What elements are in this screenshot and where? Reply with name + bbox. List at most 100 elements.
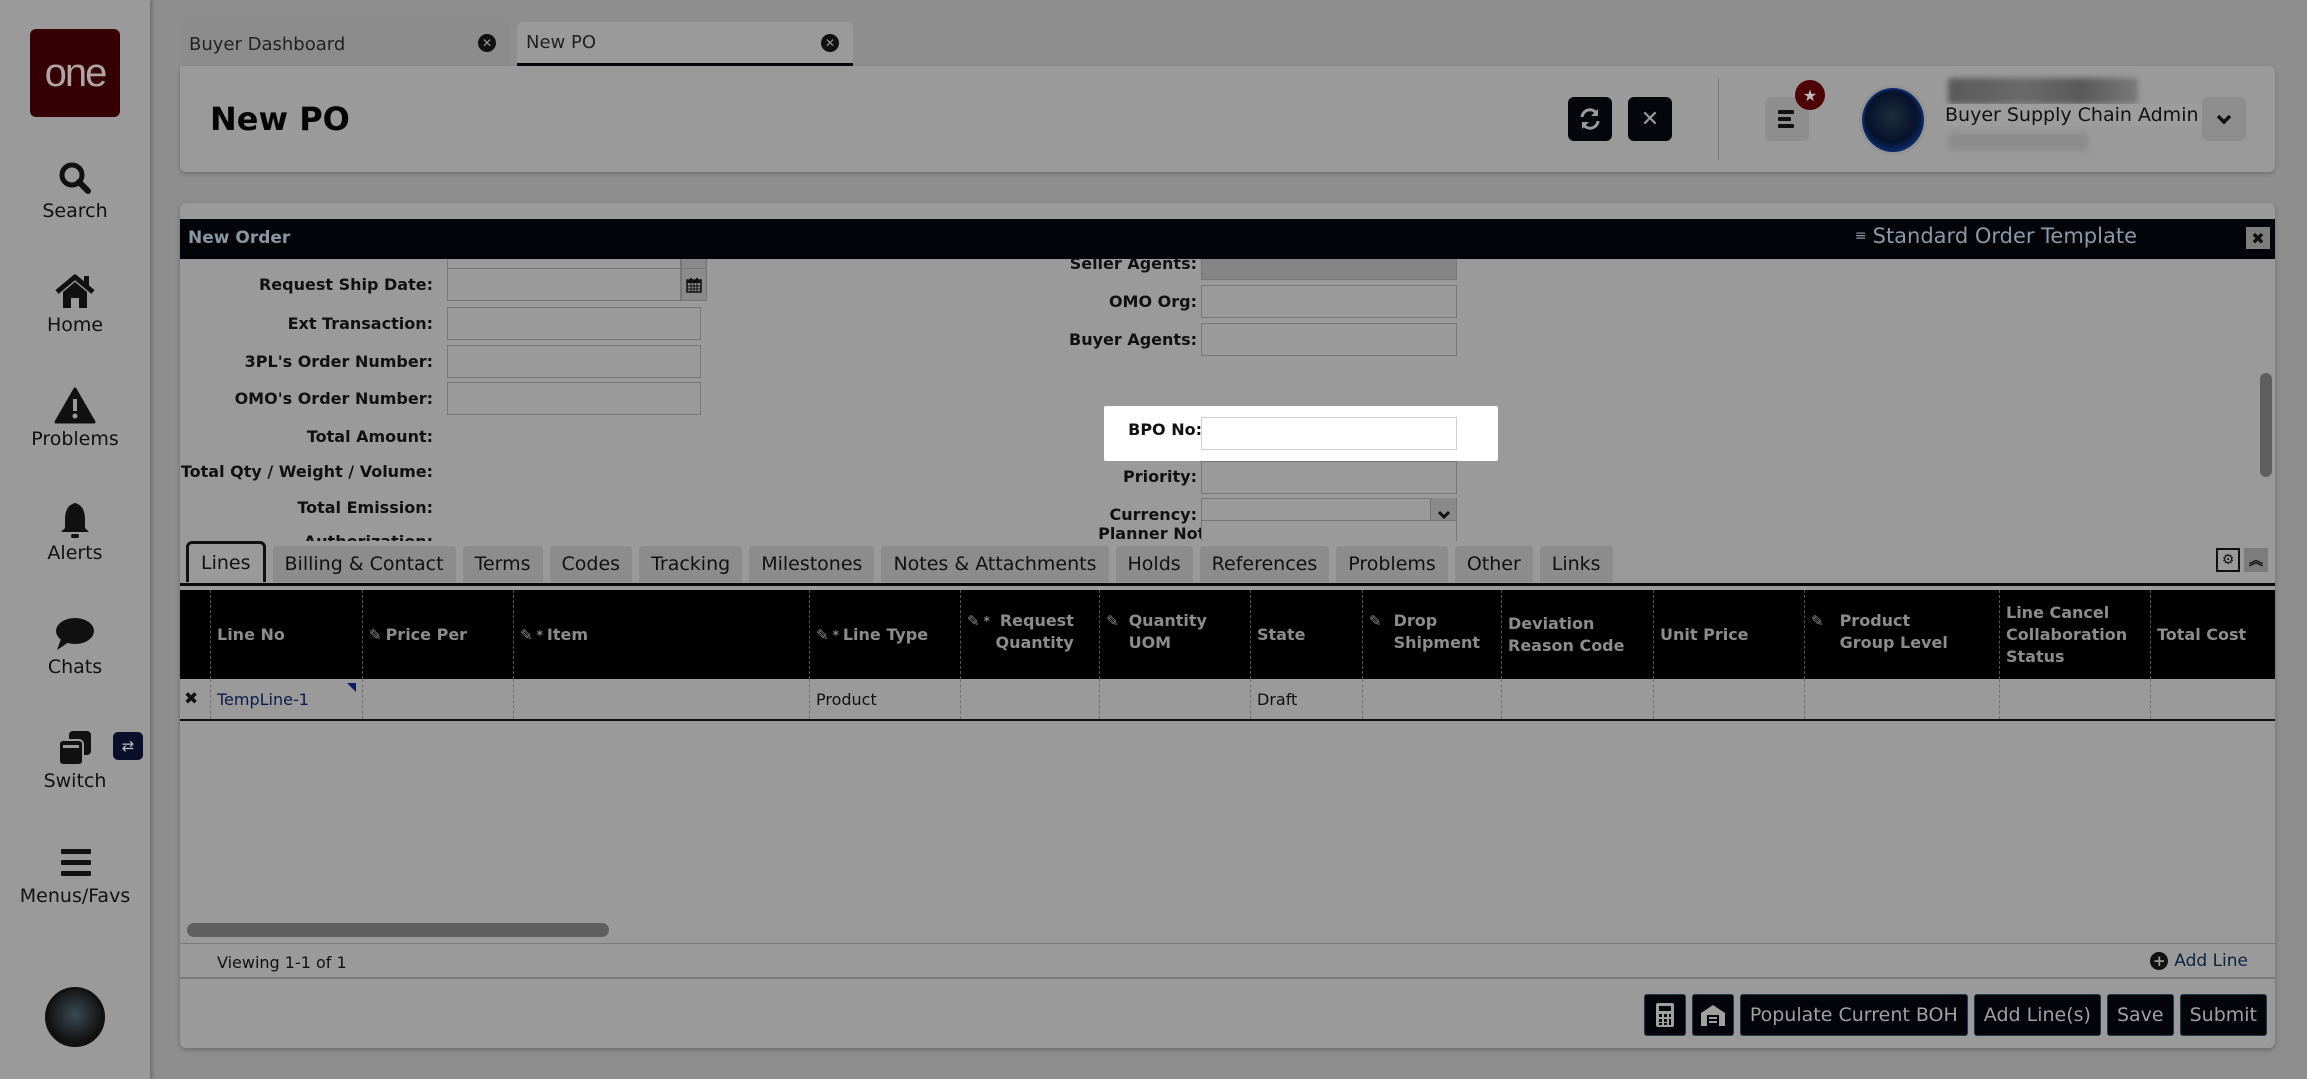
cell-drop-shipment[interactable] — [1362, 679, 1501, 719]
omo-order-number-input[interactable] — [447, 382, 701, 415]
close-icon: ✕ — [1640, 106, 1660, 132]
required-mark: * — [536, 627, 543, 642]
tab-billing-contact[interactable]: Billing & Contact — [272, 546, 456, 582]
request-ship-date-input[interactable] — [447, 268, 681, 301]
tab-terms[interactable]: Terms — [462, 546, 543, 582]
user-avatar[interactable] — [1862, 88, 1924, 152]
col-request-quantity[interactable]: ✎ * Request Quantity — [960, 590, 1099, 679]
priority-input[interactable] — [1201, 461, 1457, 494]
planner-notes-input[interactable] — [1201, 520, 1457, 541]
edit-icon: ✎ — [520, 625, 533, 644]
sidebar-label: Problems — [31, 428, 119, 450]
cell-product-group-level[interactable] — [1804, 679, 1999, 719]
cell-quantity-uom[interactable] — [1099, 679, 1250, 719]
add-line-label: Add Line — [2174, 951, 2248, 971]
tab-label: New PO — [526, 32, 597, 53]
col-item[interactable]: ✎ * Item — [513, 590, 809, 679]
tab-buyer-dashboard[interactable]: Buyer Dashboard ✕ — [180, 22, 510, 66]
calculator-button[interactable] — [1643, 994, 1686, 1036]
sidebar-item-home[interactable]: Home — [0, 272, 150, 336]
logo-text: one — [44, 50, 108, 95]
tab-problems[interactable]: Problems — [1336, 546, 1448, 582]
sidebar-item-problems[interactable]: Problems — [0, 386, 150, 450]
tab-codes[interactable]: Codes — [549, 546, 633, 582]
col-line-no[interactable]: Line No — [210, 590, 362, 679]
col-label: Line Type — [842, 624, 929, 644]
delete-row-icon[interactable]: ✖ — [184, 689, 198, 709]
tab-links[interactable]: Links — [1539, 546, 1613, 582]
cell-line-no[interactable]: TempLine-1 — [210, 679, 362, 719]
sidebar-item-menus-favs[interactable]: Menus/Favs — [0, 843, 150, 907]
close-page-button[interactable]: ✕ — [1628, 97, 1672, 141]
col-state[interactable]: State — [1250, 590, 1362, 679]
col-total-cost[interactable]: Total Cost — [2150, 590, 2275, 679]
col-quantity-uom[interactable]: ✎ Quantity UOM — [1099, 590, 1250, 679]
user-avatar-small[interactable] — [45, 987, 105, 1047]
windows-icon — [58, 731, 91, 766]
cell-unit-price — [1653, 679, 1804, 719]
col-product-group-level[interactable]: ✎ Product Group Level — [1804, 590, 1999, 679]
col-label: Quantity UOM — [1128, 611, 1207, 652]
col-line-type[interactable]: ✎ * Line Type — [809, 590, 960, 679]
cell-line-type[interactable]: Product — [809, 679, 960, 719]
close-tab-icon[interactable]: ✕ — [821, 34, 839, 52]
order-close-button[interactable]: ✖ — [2246, 227, 2270, 249]
sidebar-item-chats[interactable]: Chats — [0, 614, 150, 678]
cell-item[interactable] — [513, 679, 809, 719]
save-button[interactable]: Save — [2106, 994, 2174, 1036]
form-vertical-scrollbar[interactable] — [2260, 373, 2272, 477]
tab-new-po[interactable]: New PO ✕ — [517, 22, 853, 66]
collapse-up-icon[interactable]: ︽ — [2244, 548, 2268, 572]
warehouse-button[interactable] — [1691, 994, 1734, 1036]
tab-notes-attachments[interactable]: Notes & Attachments — [881, 546, 1109, 582]
buyer-agents-input[interactable] — [1201, 323, 1457, 356]
tab-other[interactable]: Other — [1454, 546, 1533, 582]
submit-button[interactable]: Submit — [2179, 994, 2267, 1036]
table-row[interactable]: ✖ TempLine-1 Product Draft — [180, 679, 2275, 721]
ext-transaction-input[interactable] — [447, 307, 701, 340]
col-label: Drop Shipment — [1393, 611, 1480, 652]
col-unit-price[interactable]: Unit Price — [1653, 590, 1804, 679]
add-lines-button[interactable]: Add Line(s) — [1973, 994, 2101, 1036]
template-list-icon: ≡ — [1854, 228, 1867, 244]
chevron-down-icon — [1437, 510, 1450, 519]
cell-request-quantity[interactable] — [960, 679, 1099, 719]
refresh-button[interactable] — [1568, 97, 1612, 141]
tab-milestones[interactable]: Milestones — [749, 546, 875, 582]
sidebar-item-search[interactable]: Search — [0, 158, 150, 222]
cell-total-cost — [2150, 679, 2275, 719]
populate-current-boh-button[interactable]: Populate Current BOH — [1739, 994, 1968, 1036]
grid-horizontal-scrollbar[interactable] — [187, 923, 609, 937]
app-logo[interactable]: one — [30, 29, 120, 117]
user-dropdown-button[interactable] — [2202, 97, 2246, 141]
tab-references[interactable]: References — [1199, 546, 1330, 582]
template-label[interactable]: ≡ Standard Order Template — [1855, 224, 2137, 248]
favorites-star-icon[interactable]: ★ — [1795, 80, 1825, 110]
switch-badge-icon[interactable]: ⇄ — [113, 732, 143, 760]
tab-holds[interactable]: Holds — [1115, 546, 1193, 582]
sidebar-label: Home — [46, 314, 104, 336]
col-drop-shipment[interactable]: ✎ Drop Shipment — [1362, 590, 1501, 679]
cell-price-per[interactable] — [362, 679, 513, 719]
tab-tracking[interactable]: Tracking — [639, 546, 743, 582]
bpo-no-input[interactable] — [1201, 417, 1457, 450]
3pl-order-number-input[interactable] — [447, 345, 701, 378]
calendar-button[interactable] — [681, 268, 707, 301]
sidebar-item-alerts[interactable]: Alerts — [0, 500, 150, 564]
bpo-no-highlight: BPO No: — [1104, 406, 1498, 461]
cell-deviation-reason-code — [1501, 679, 1653, 719]
action-bar: Populate Current BOH Add Line(s) Save Su… — [1643, 994, 2267, 1036]
seller-agents-label: Seller Agents: — [1069, 259, 1197, 273]
col-deviation-reason-code[interactable]: Deviation Reason Code — [1501, 590, 1653, 679]
add-line-link[interactable]: + Add Line — [2150, 951, 2248, 971]
omo-org-input[interactable] — [1201, 285, 1457, 318]
line-no-link[interactable]: TempLine-1 — [217, 690, 309, 709]
col-label: Line Cancel Collaboration Status — [2006, 602, 2128, 666]
col-line-cancel-collab-status[interactable]: Line Cancel Collaboration Status — [1999, 590, 2150, 679]
column-settings-icon[interactable]: ⚙ — [2216, 548, 2240, 572]
col-price-per[interactable]: ✎ Price Per — [362, 590, 513, 679]
tab-lines[interactable]: Lines — [186, 541, 266, 582]
close-tab-icon[interactable]: ✕ — [478, 34, 496, 52]
calculator-icon — [1655, 1003, 1674, 1027]
sidebar-label: Menus/Favs — [19, 885, 131, 907]
